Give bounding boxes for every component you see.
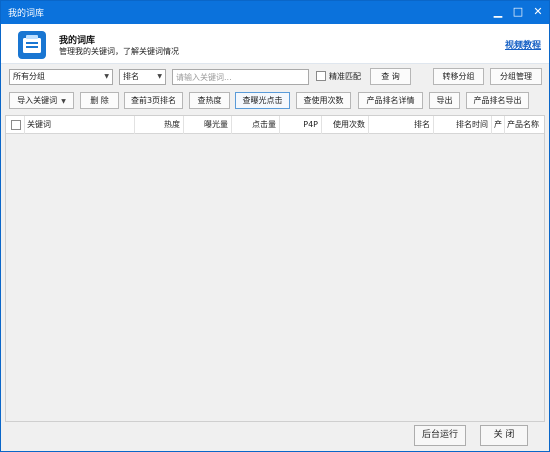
query-button[interactable]: 查 询: [370, 68, 411, 85]
page-title: 我的词库: [59, 36, 96, 46]
app-window: 我的词库 ▁ □ ✕ 我的词库 管理我的关键词，了解关键词情况 视频教程 所有分…: [0, 0, 550, 452]
column-keyword[interactable]: 关键词: [25, 116, 135, 134]
query-top3-rank-button[interactable]: 查前3页排名: [124, 92, 183, 109]
query-usage-count-button[interactable]: 查使用次数: [296, 92, 351, 109]
group-select-value: 所有分组: [13, 72, 45, 81]
chevron-down-icon: ▼: [157, 73, 162, 80]
exact-match-checkbox[interactable]: [316, 71, 326, 81]
keyword-library-icon: [18, 31, 46, 59]
query-exposure-clicks-button[interactable]: 查曝光点击: [235, 92, 290, 109]
import-keywords-button[interactable]: 导入关键词 ▼: [9, 92, 74, 109]
title-bar[interactable]: 我的词库 ▁ □ ✕: [1, 1, 549, 24]
page-subtitle: 管理我的关键词，了解关键词情况: [59, 47, 179, 56]
close-window-button[interactable]: ✕: [529, 3, 547, 21]
export-button[interactable]: 导出: [429, 92, 460, 109]
maximize-button[interactable]: □: [509, 3, 527, 21]
column-product[interactable]: 产: [492, 116, 505, 134]
import-keywords-label: 导入关键词: [17, 96, 58, 105]
select-all-checkbox[interactable]: [11, 120, 21, 130]
select-all-cell: [6, 116, 25, 134]
group-select[interactable]: 所有分组 ▼: [9, 69, 113, 85]
sort-select-value: 排名: [123, 72, 139, 81]
query-heat-button[interactable]: 查热度: [189, 92, 230, 109]
header-banner: 我的词库 管理我的关键词，了解关键词情况 视频教程: [1, 24, 549, 64]
delete-button[interactable]: 删 除: [80, 92, 119, 109]
exact-match-label: 精准匹配: [329, 72, 361, 81]
background-run-button[interactable]: 后台运行: [414, 425, 466, 446]
column-p4p[interactable]: P4P: [280, 116, 322, 134]
minimize-button[interactable]: ▁: [489, 3, 507, 21]
chevron-down-icon: ▼: [104, 73, 109, 80]
window-title: 我的词库: [8, 9, 45, 19]
table-header: 关键词 热度 曝光量 点击量 P4P 使用次数 排名 排名时间 产 产品名称: [6, 116, 544, 134]
column-product-name[interactable]: 产品名称: [505, 116, 544, 134]
chevron-down-icon: ▼: [61, 98, 66, 105]
column-usage-count[interactable]: 使用次数: [322, 116, 369, 134]
product-rank-detail-button[interactable]: 产品排名详情: [358, 92, 423, 109]
sort-select[interactable]: 排名 ▼: [119, 69, 166, 85]
column-exposure[interactable]: 曝光量: [184, 116, 232, 134]
column-heat[interactable]: 热度: [135, 116, 184, 134]
column-rank-time[interactable]: 排名时间: [434, 116, 492, 134]
close-button[interactable]: 关 闭: [480, 425, 528, 446]
move-group-button[interactable]: 转移分组: [433, 68, 484, 85]
video-tutorial-link[interactable]: 视频教程: [505, 38, 541, 51]
group-manage-button[interactable]: 分组管理: [490, 68, 542, 85]
column-clicks[interactable]: 点击量: [232, 116, 280, 134]
keyword-table[interactable]: 关键词 热度 曝光量 点击量 P4P 使用次数 排名 排名时间 产 产品名称: [5, 115, 545, 422]
keyword-search-input[interactable]: [172, 69, 309, 85]
export-product-rank-button[interactable]: 产品排名导出: [466, 92, 529, 109]
column-rank[interactable]: 排名: [369, 116, 434, 134]
